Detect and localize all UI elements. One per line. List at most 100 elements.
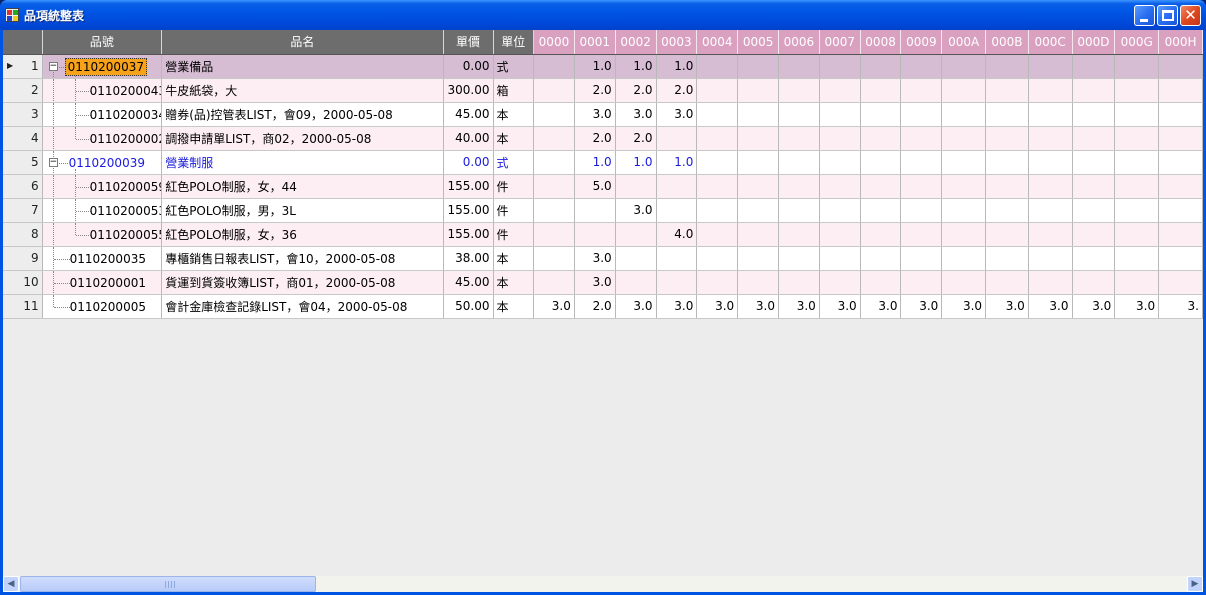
cell-qty[interactable] [941, 270, 987, 295]
cell-qty[interactable] [533, 222, 575, 247]
cell-qty[interactable] [860, 126, 902, 151]
cell-qty[interactable] [696, 222, 739, 247]
cell-qty[interactable] [778, 174, 820, 199]
cell-qty[interactable] [1072, 222, 1116, 247]
cell-name[interactable]: 會計金庫檢查記錄LIST，會04，2000-05-08 [161, 294, 444, 319]
cell-price[interactable]: 155.00 [443, 222, 494, 247]
cell-qty[interactable] [533, 126, 575, 151]
cell-qty[interactable]: 3.0 [574, 246, 616, 271]
cell-qty[interactable] [900, 102, 943, 127]
cell-qty[interactable] [819, 78, 861, 103]
column-header-qty[interactable]: 000G [1114, 30, 1160, 55]
cell-price[interactable]: 45.00 [443, 102, 494, 127]
cell-unit[interactable]: 件 [493, 198, 535, 223]
cell-qty[interactable] [985, 78, 1029, 103]
cell-qty[interactable]: 3.0 [533, 294, 575, 319]
cell-qty[interactable] [1028, 174, 1073, 199]
cell-qty[interactable] [1072, 102, 1116, 127]
cell-qty[interactable] [819, 102, 861, 127]
cell-qty[interactable] [900, 270, 943, 295]
row-header-corner[interactable] [3, 30, 43, 55]
cell-qty[interactable] [941, 102, 987, 127]
cell-qty[interactable] [1114, 150, 1160, 175]
title-bar[interactable]: 品項統整表 ✕ [0, 0, 1206, 30]
column-header-qty[interactable]: 0000 [533, 30, 575, 55]
cell-unit[interactable]: 本 [493, 102, 535, 127]
cell-qty[interactable] [900, 54, 943, 79]
cell-qty[interactable] [941, 222, 987, 247]
cell-name[interactable]: 貨運到貨簽收簿LIST，商01，2000-05-08 [161, 270, 444, 295]
cell-qty[interactable]: 3.0 [574, 270, 616, 295]
cell-qty[interactable]: 3. [1158, 294, 1203, 319]
column-header-qty[interactable]: 0004 [696, 30, 739, 55]
table-row[interactable]: 3 0110200034 贈券(品)控管表LIST，會09，2000-05-08 45… [3, 102, 1203, 127]
cell-qty[interactable] [696, 78, 739, 103]
cell-unit[interactable]: 本 [493, 294, 535, 319]
cell-qty[interactable] [819, 126, 861, 151]
cell-qty[interactable] [1072, 150, 1116, 175]
cell-qty[interactable] [985, 174, 1029, 199]
cell-qty[interactable]: 3.0 [656, 294, 698, 319]
cell-qty[interactable] [819, 246, 861, 271]
column-header-qty[interactable]: 0007 [819, 30, 861, 55]
cell-qty[interactable] [860, 270, 902, 295]
cell-code[interactable]: 0110200002 [42, 126, 163, 151]
cell-code[interactable]: 0110200043 [42, 78, 163, 103]
cell-qty[interactable] [737, 270, 779, 295]
cell-qty[interactable] [1114, 270, 1160, 295]
cell-qty[interactable] [860, 174, 902, 199]
table-row[interactable]: 8 0110200055 紅色POLO制服，女，36 155.00 件 4.0 [3, 222, 1203, 247]
table-row[interactable]: 9 0110200035 專櫃銷售日報表LIST，會10，2000-05-08 38.… [3, 246, 1203, 271]
cell-qty[interactable] [900, 198, 943, 223]
cell-qty[interactable] [860, 78, 902, 103]
cell-price[interactable]: 155.00 [443, 174, 494, 199]
cell-qty[interactable] [1158, 198, 1203, 223]
cell-qty[interactable] [737, 102, 779, 127]
cell-qty[interactable] [1158, 222, 1203, 247]
row-header[interactable]: 5 [3, 150, 43, 175]
cell-code[interactable]: 0110200053 [42, 198, 163, 223]
cell-qty[interactable] [737, 78, 779, 103]
cell-qty[interactable] [941, 150, 987, 175]
cell-qty[interactable] [860, 222, 902, 247]
cell-qty[interactable] [737, 54, 779, 79]
table-row[interactable]: 5−0110200039 營業制服 0.00 式 1.0 1.0 1.0 [3, 150, 1203, 175]
cell-qty[interactable]: 2.0 [656, 78, 698, 103]
cell-qty[interactable] [696, 198, 739, 223]
row-header[interactable]: 8 [3, 222, 43, 247]
cell-qty[interactable] [860, 246, 902, 271]
cell-qty[interactable] [1028, 102, 1073, 127]
cell-qty[interactable]: 3.0 [615, 102, 657, 127]
column-header-qty[interactable]: 000C [1028, 30, 1073, 55]
cell-qty[interactable] [941, 78, 987, 103]
cell-unit[interactable]: 本 [493, 270, 535, 295]
scroll-left-button[interactable]: ◀ [3, 576, 19, 592]
table-row[interactable]: 10 0110200001 貨運到貨簽收簿LIST，商01，2000-05-08 45… [3, 270, 1203, 295]
cell-qty[interactable] [819, 150, 861, 175]
cell-unit[interactable]: 件 [493, 174, 535, 199]
cell-qty[interactable] [696, 270, 739, 295]
cell-code[interactable]: 0110200055 [42, 222, 163, 247]
cell-qty[interactable] [1158, 174, 1203, 199]
cell-qty[interactable] [533, 54, 575, 79]
cell-qty[interactable] [737, 150, 779, 175]
cell-qty[interactable] [696, 54, 739, 79]
cell-qty[interactable] [1028, 270, 1073, 295]
column-header-code[interactable]: 品號 [42, 30, 163, 55]
cell-qty[interactable] [985, 198, 1029, 223]
cell-qty[interactable] [985, 270, 1029, 295]
cell-qty[interactable] [737, 246, 779, 271]
cell-qty[interactable] [778, 246, 820, 271]
cell-qty[interactable] [819, 198, 861, 223]
cell-name[interactable]: 紅色POLO制服，女，36 [161, 222, 444, 247]
table-row[interactable]: 7 0110200053 紅色POLO制服，男，3L 155.00 件 3.0 [3, 198, 1203, 223]
cell-qty[interactable]: 3.0 [1028, 294, 1073, 319]
cell-qty[interactable]: 3.0 [615, 198, 657, 223]
cell-qty[interactable]: 3.0 [615, 294, 657, 319]
cell-price[interactable]: 300.00 [443, 78, 494, 103]
cell-qty[interactable] [1158, 126, 1203, 151]
table-row[interactable]: 4 0110200002 調撥申請單LIST，商02，2000-05-08 40.00… [3, 126, 1203, 151]
cell-qty[interactable] [656, 198, 698, 223]
cell-qty[interactable] [900, 174, 943, 199]
cell-qty[interactable]: 1.0 [615, 150, 657, 175]
